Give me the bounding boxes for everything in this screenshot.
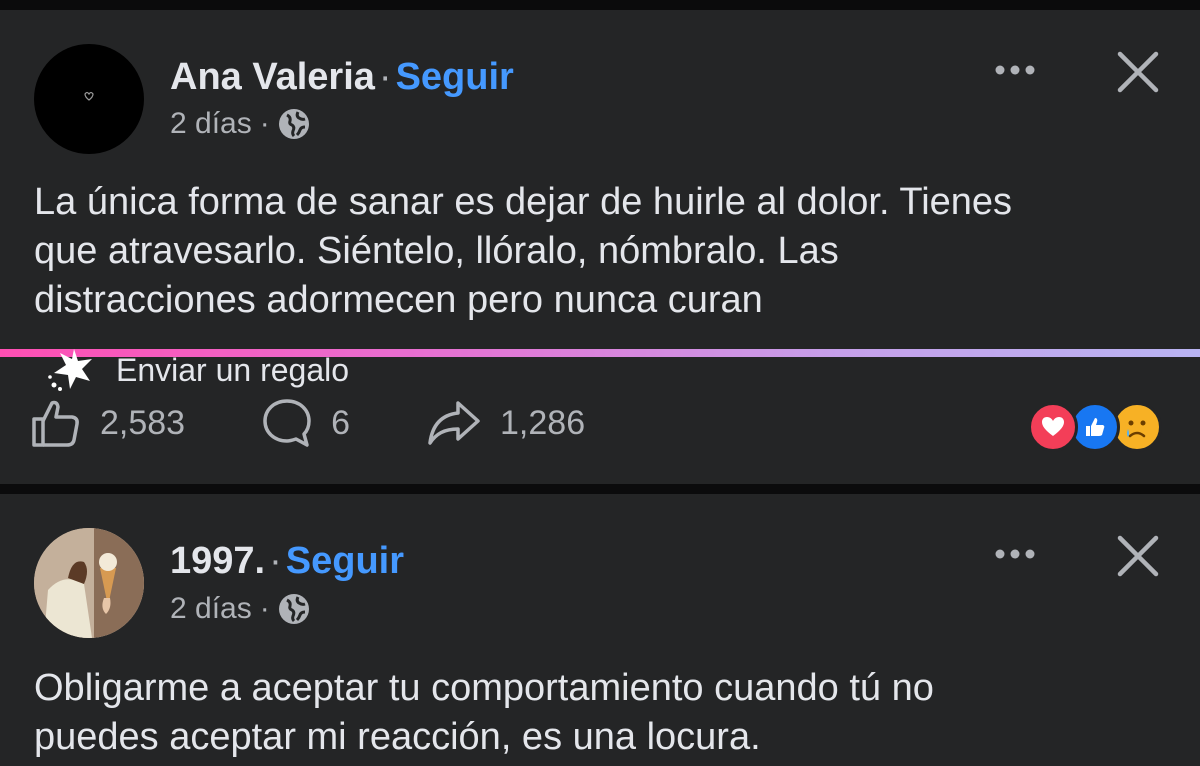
gift-sparkle-icon: [48, 349, 92, 391]
post-header: 1997. · Seguir: [170, 541, 404, 581]
globe-icon: [278, 109, 309, 139]
close-button[interactable]: [1114, 532, 1162, 580]
author-name[interactable]: 1997.: [170, 540, 265, 582]
more-icon: [995, 65, 1035, 75]
share-button[interactable]: 1,286: [426, 397, 585, 449]
heart-icon: [84, 91, 94, 101]
profile-photo-icon: [34, 528, 144, 638]
close-icon: [1117, 535, 1159, 577]
post-time[interactable]: 2 días: [170, 593, 252, 625]
comment-icon: [263, 399, 311, 447]
post-text: Obligarme a aceptar tu comportamiento cu…: [34, 667, 934, 758]
post-meta: 2 días ·: [170, 108, 310, 140]
globe-icon: [278, 594, 309, 624]
separator-dot: ·: [378, 56, 392, 98]
post-time[interactable]: 2 días: [170, 108, 252, 140]
comment-button[interactable]: 6: [261, 397, 350, 449]
post-actions: 2,583 6 1,286: [30, 398, 585, 448]
send-gift-label: Enviar un regalo: [116, 352, 350, 388]
close-icon: [1117, 51, 1159, 93]
news-feed: Ana Valeria · Seguir 2 días · La única f…: [0, 0, 1200, 766]
like-icon: [32, 400, 79, 447]
separator-dot: ·: [259, 107, 270, 140]
post-card: 1997. · Seguir 2 días · Obligarme a acep…: [0, 494, 1200, 766]
close-button[interactable]: [1114, 48, 1162, 96]
post-header: Ana Valeria · Seguir: [170, 57, 514, 97]
follow-button[interactable]: Seguir: [286, 540, 404, 582]
more-options-button[interactable]: [990, 539, 1050, 569]
post-meta: 2 días ·: [170, 593, 310, 625]
reactions-summary[interactable]: [1028, 402, 1168, 452]
post-text: La única forma de sanar es dejar de huir…: [34, 181, 1013, 321]
more-options-button[interactable]: [990, 55, 1050, 85]
avatar[interactable]: [34, 44, 144, 154]
post-card: Ana Valeria · Seguir 2 días · La única f…: [0, 10, 1200, 484]
share-icon: [428, 401, 480, 445]
more-icon: [995, 549, 1035, 559]
share-count: 1,286: [500, 403, 586, 442]
separator-dot: ·: [269, 540, 282, 582]
author-name[interactable]: Ana Valeria: [170, 56, 375, 98]
follow-button[interactable]: Seguir: [396, 56, 514, 98]
love-reaction-icon: [1028, 402, 1078, 452]
like-count: 2,583: [100, 403, 186, 442]
comment-count: 6: [331, 403, 351, 442]
like-button[interactable]: 2,583: [30, 397, 185, 449]
send-gift-button[interactable]: Enviar un regalo: [46, 349, 350, 391]
avatar[interactable]: [34, 528, 144, 638]
separator-dot: ·: [259, 592, 270, 625]
